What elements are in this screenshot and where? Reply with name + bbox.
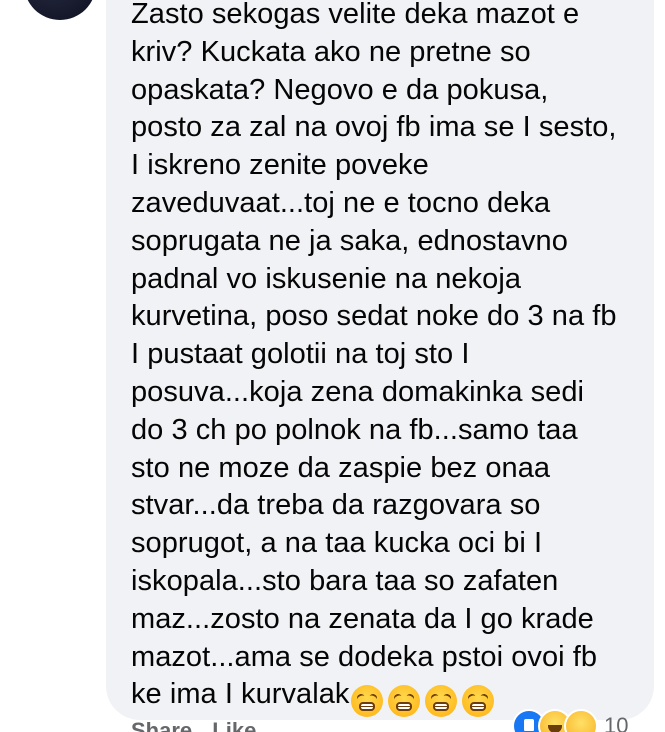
like-button[interactable]: Like: [212, 718, 256, 732]
comment-line: opaskata? Negovo e da pokusa,: [131, 73, 549, 106]
comment-line: do 3 ch po polnok na fb...samo taa: [131, 413, 578, 446]
comment-actions: Share Like: [131, 718, 270, 732]
comment-line: mazot...ama se dodeka pstoi ovoi fb: [131, 640, 598, 673]
tired-face-emoji-icon: [351, 684, 384, 717]
reaction-count: 10: [604, 713, 629, 732]
comment-line: maz...zosto na zenata da I go krade: [131, 602, 594, 635]
comment-line-text: ke ima I kurvalak: [131, 678, 350, 711]
sad-icon: [564, 709, 598, 732]
comment-line: stvar...da treba da razgovara so: [131, 489, 541, 522]
avatar[interactable]: [24, 0, 96, 20]
comment-line: soprugata ne ja saka, ednostavno: [131, 224, 568, 257]
comment-line: posuva...koja zena domakinka sedi: [131, 375, 585, 408]
comment-line: I iskreno zenite poveke: [131, 149, 429, 182]
comment-line: soprugot, a na taa kucka oci bi I: [131, 527, 543, 560]
comment-line: kurvetina, poso sedat noke do 3 na fb: [131, 300, 617, 333]
comment-line: iskopala...sto bara taa so zafaten: [131, 564, 559, 597]
comment-line: kriv? Kuckata ako ne pretne so: [131, 35, 531, 68]
comment-line: padnal vo iskusenie na nekoja: [131, 262, 522, 295]
share-button[interactable]: Share: [131, 718, 192, 732]
comment-line: Zasto sekogas velite deka mazot e: [131, 0, 580, 30]
comment-text: Zasto sekogas velite deka mazot e kriv? …: [131, 0, 641, 719]
emoji-group: [351, 681, 499, 719]
tired-face-emoji-icon: [388, 684, 421, 717]
comment-line: I pustaat golotii na toj sto I: [131, 338, 470, 371]
tired-face-emoji-icon: [425, 684, 458, 717]
comment-line: zaveduvaat...toj ne e tocno deka: [131, 186, 551, 219]
comment-line: sto ne moze da zaspie bez onaa: [131, 451, 551, 484]
comment-line: posto za zal na ovoj fb ima se I sesto,: [131, 111, 617, 144]
reaction-summary[interactable]: 10: [512, 706, 628, 732]
tired-face-emoji-icon: [462, 684, 495, 717]
